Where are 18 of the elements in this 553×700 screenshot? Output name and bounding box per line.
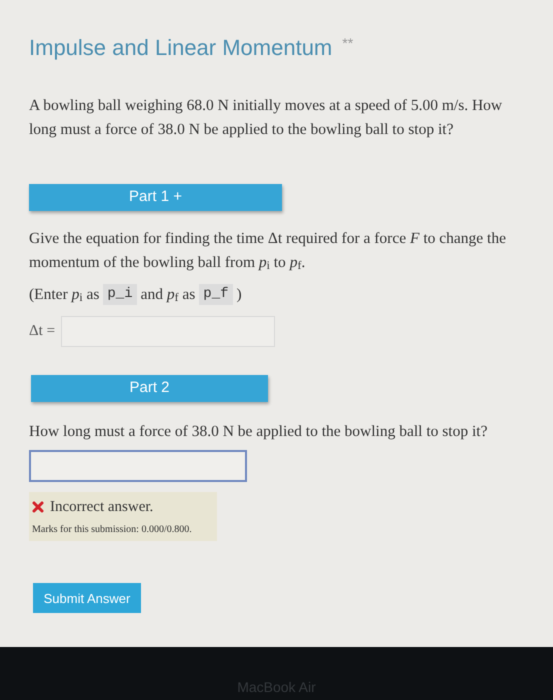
question-text: Give the equation for finding the time Δt required for a force F to change the momentum of the bowling ball from p$_{i}$ to p$_{f}$. <box>29 228 507 274</box>
field-label: Δt = <box>29 322 56 341</box>
code-snippet: p_f <box>199 284 233 305</box>
marks-text: Marks for this submission: 0.000/0.800. <box>32 523 193 538</box>
page-title: Impulse and Linear Momentum <box>29 34 332 62</box>
question-text: How long must a force of 38.0 N be applied to the bowling ball to stop it? <box>29 422 488 442</box>
hint-text: and p$_{f}$ as <box>140 284 196 306</box>
hint-text: ) <box>236 284 242 304</box>
part-header: Part 2 <box>31 374 268 402</box>
hint-text: (Enter p$_{i}$ as <box>29 284 100 306</box>
problem-text: A bowling ball weighing 68.0 N initially moves at a speed of 5.00 m/s. How long must a force of 38.0 N be applied to the bowling ball to stop it? <box>29 96 504 140</box>
part-header: Part 1 + <box>29 184 282 210</box>
submit-button[interactable]: Submit Answer <box>33 583 141 614</box>
code-snippet: p_i <box>103 284 137 305</box>
difficulty-stars: ** <box>342 36 354 50</box>
feedback-message: Incorrect answer. <box>50 498 154 517</box>
answer-field[interactable] <box>29 450 247 482</box>
cross-icon <box>32 501 44 513</box>
